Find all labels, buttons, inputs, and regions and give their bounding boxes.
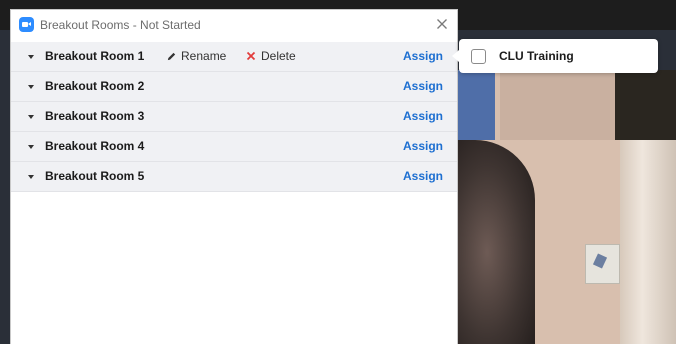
close-icon[interactable] — [434, 16, 450, 32]
room-row[interactable]: Breakout Room 2 Assign — [11, 72, 457, 102]
room-row[interactable]: Breakout Room 3 Assign — [11, 102, 457, 132]
title-bar[interactable]: Breakout Rooms - Not Started — [11, 10, 457, 40]
rename-button[interactable]: Rename — [166, 48, 226, 64]
room-name: Breakout Room 1 — [45, 49, 145, 63]
room-row[interactable]: Breakout Room 5 Assign — [11, 162, 457, 192]
caret-down-icon[interactable] — [28, 55, 34, 59]
assign-participants-popover: CLU Training — [452, 39, 658, 73]
room-name: Breakout Room 4 — [45, 139, 145, 153]
participant-checkbox[interactable] — [471, 49, 486, 64]
video-window — [500, 70, 620, 140]
pencil-icon — [167, 52, 176, 60]
popover-arrow — [452, 50, 459, 62]
assign-button[interactable]: Assign — [403, 79, 443, 93]
room-row[interactable]: Breakout Room 1 Rename Delete Assign — [11, 42, 457, 72]
assign-button[interactable]: Assign — [403, 109, 443, 123]
assign-button[interactable]: Assign — [403, 169, 443, 183]
delete-label: Delete — [261, 49, 296, 63]
breakout-rooms-dialog: Breakout Rooms - Not Started Breakout Ro… — [11, 10, 457, 344]
video-participant — [455, 140, 535, 344]
delete-button[interactable]: Delete — [246, 48, 296, 64]
video-door-frame — [455, 70, 495, 140]
zoom-camera-icon — [19, 17, 34, 32]
caret-down-icon[interactable] — [28, 115, 34, 119]
assign-button[interactable]: Assign — [403, 139, 443, 153]
assign-button[interactable]: Assign — [403, 49, 443, 63]
room-name: Breakout Room 2 — [45, 79, 145, 93]
caret-down-icon[interactable] — [28, 85, 34, 89]
room-name: Breakout Room 5 — [45, 169, 145, 183]
x-icon — [246, 51, 256, 61]
caret-down-icon[interactable] — [28, 175, 34, 179]
caret-down-icon[interactable] — [28, 145, 34, 149]
room-name: Breakout Room 3 — [45, 109, 145, 123]
participant-name[interactable]: CLU Training — [499, 49, 574, 63]
room-row[interactable]: Breakout Room 4 Assign — [11, 132, 457, 162]
window-title: Breakout Rooms - Not Started — [40, 18, 201, 32]
video-dark-corner — [615, 70, 676, 140]
room-list: Breakout Room 1 Rename Delete Assign Bre… — [11, 42, 457, 192]
rename-label: Rename — [181, 49, 227, 63]
